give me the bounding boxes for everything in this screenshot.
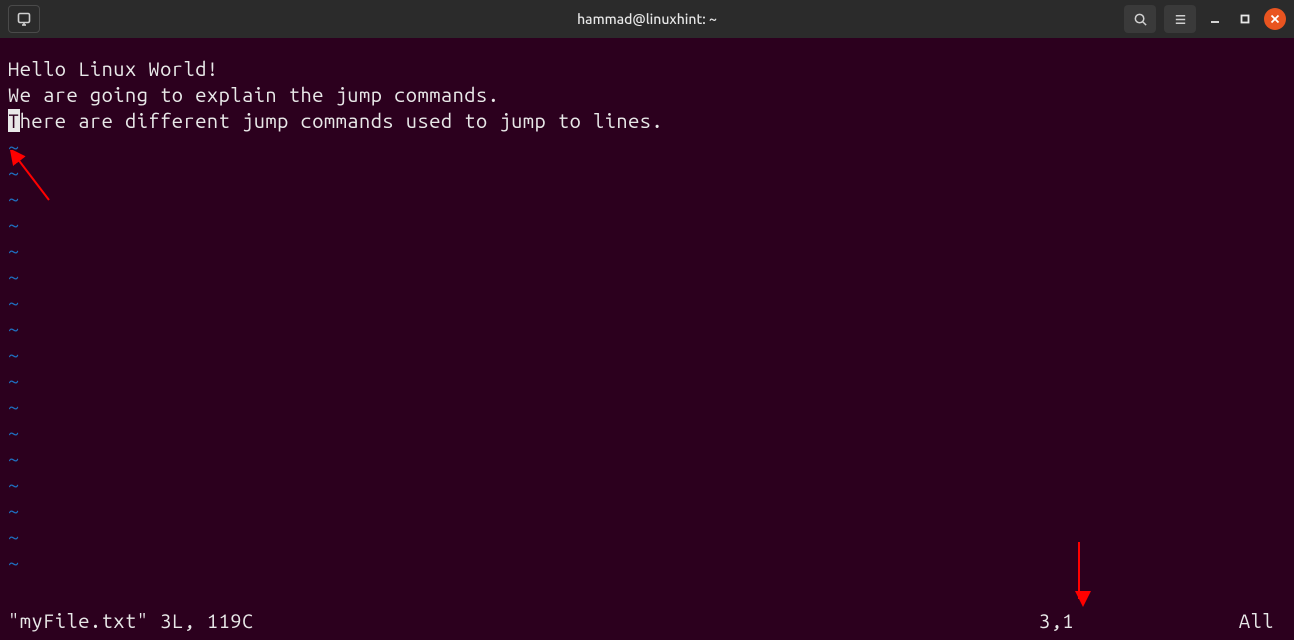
text-line-2: We are going to explain the jump command… <box>8 82 1286 108</box>
vim-status-line: "myFile.txt" 3L, 119C 3,1 All <box>8 608 1286 634</box>
hamburger-icon <box>1173 12 1188 27</box>
minimize-button[interactable] <box>1204 8 1226 30</box>
search-button[interactable] <box>1124 5 1156 33</box>
text-line-3-rest: here are different jump commands used to… <box>20 109 664 132</box>
status-scroll-position: All <box>1129 608 1286 634</box>
new-tab-icon <box>16 11 32 27</box>
menu-button[interactable] <box>1164 5 1196 33</box>
tilde-line: ~ <box>8 316 1286 342</box>
tilde-line: ~ <box>8 420 1286 446</box>
tilde-line: ~ <box>8 212 1286 238</box>
tilde-line: ~ <box>8 498 1286 524</box>
tilde-line: ~ <box>8 472 1286 498</box>
window-titlebar: hammad@linuxhint: ~ <box>0 0 1294 38</box>
empty-lines: ~ ~ ~ ~ ~ ~ ~ ~ ~ ~ ~ ~ ~ ~ ~ ~ ~ <box>8 134 1286 576</box>
tilde-line: ~ <box>8 394 1286 420</box>
status-cursor-position: 3,1 <box>1039 608 1129 634</box>
status-spacer <box>254 608 1039 634</box>
tilde-line: ~ <box>8 368 1286 394</box>
search-icon <box>1133 12 1148 27</box>
tilde-line: ~ <box>8 550 1286 576</box>
tilde-line: ~ <box>8 446 1286 472</box>
close-icon <box>1270 14 1280 24</box>
text-line-3: There are different jump commands used t… <box>8 108 1286 134</box>
tilde-line: ~ <box>8 186 1286 212</box>
tilde-line: ~ <box>8 290 1286 316</box>
text-line-1: Hello Linux World! <box>8 56 1286 82</box>
tilde-line: ~ <box>8 342 1286 368</box>
tilde-line: ~ <box>8 134 1286 160</box>
new-tab-button[interactable] <box>8 5 40 33</box>
status-file-info: "myFile.txt" 3L, 119C <box>8 608 254 634</box>
tilde-line: ~ <box>8 160 1286 186</box>
minimize-icon <box>1210 14 1220 24</box>
window-title: hammad@linuxhint: ~ <box>577 11 717 27</box>
tilde-line: ~ <box>8 238 1286 264</box>
maximize-button[interactable] <box>1234 8 1256 30</box>
titlebar-left <box>8 5 40 33</box>
terminal-body[interactable]: Hello Linux World! We are going to expla… <box>0 38 1294 640</box>
maximize-icon <box>1240 14 1250 24</box>
tilde-line: ~ <box>8 524 1286 550</box>
titlebar-right <box>1124 5 1286 33</box>
vim-cursor: T <box>8 109 20 132</box>
close-button[interactable] <box>1264 8 1286 30</box>
tilde-line: ~ <box>8 264 1286 290</box>
